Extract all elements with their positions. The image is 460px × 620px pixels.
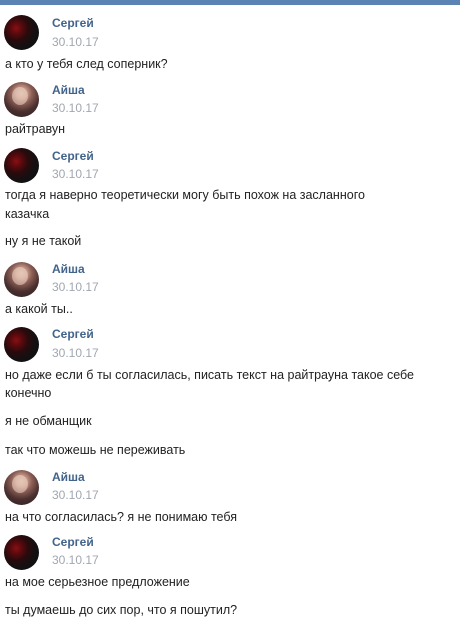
message-date[interactable]: 30.10.17 <box>52 35 99 49</box>
message-text: но даже если б ты согласилась, писать те… <box>5 368 415 382</box>
sergey-avatar[interactable] <box>4 535 39 570</box>
aisha-avatar[interactable] <box>4 470 39 505</box>
message-date[interactable]: 30.10.17 <box>52 167 99 181</box>
message-text: ты думаешь до сих пор, что я пошутил? <box>5 603 238 617</box>
message-text: райтравун <box>5 122 66 136</box>
message-text: на что согласилась? я не понимаю тебя <box>5 510 238 524</box>
message-text: тогда я наверно теоретически могу быть п… <box>5 188 365 202</box>
message-text: ну я не такой <box>5 234 82 248</box>
message-text: а кто у тебя след соперник? <box>5 57 168 71</box>
message-date[interactable]: 30.10.17 <box>52 553 99 567</box>
chat-history: Сергей 30.10.17 а кто у тебя след соперн… <box>0 0 460 620</box>
message-text: а какой ты.. <box>5 302 73 316</box>
aisha-avatar[interactable] <box>4 262 39 297</box>
author-name[interactable]: Айша <box>52 262 85 276</box>
sergey-avatar[interactable] <box>4 15 39 50</box>
author-name[interactable]: Сергей <box>52 149 94 163</box>
message-date[interactable]: 30.10.17 <box>52 346 99 360</box>
message-date[interactable]: 30.10.17 <box>52 280 99 294</box>
message-text: казачка <box>5 207 50 221</box>
message-text: так что можешь не переживать <box>5 443 186 457</box>
message-text: я не обманщик <box>5 414 92 428</box>
message-date[interactable]: 30.10.17 <box>52 101 99 115</box>
aisha-avatar[interactable] <box>4 82 39 117</box>
sergey-avatar[interactable] <box>4 327 39 362</box>
message-text: на мое серьезное предложение <box>5 575 190 589</box>
author-name[interactable]: Сергей <box>52 327 94 341</box>
message-date[interactable]: 30.10.17 <box>52 488 99 502</box>
sergey-avatar[interactable] <box>4 148 39 183</box>
author-name[interactable]: Сергей <box>52 535 94 549</box>
message-text: конечно <box>5 386 52 400</box>
author-name[interactable]: Айша <box>52 83 85 97</box>
author-name[interactable]: Сергей <box>52 16 94 30</box>
author-name[interactable]: Айша <box>52 470 85 484</box>
